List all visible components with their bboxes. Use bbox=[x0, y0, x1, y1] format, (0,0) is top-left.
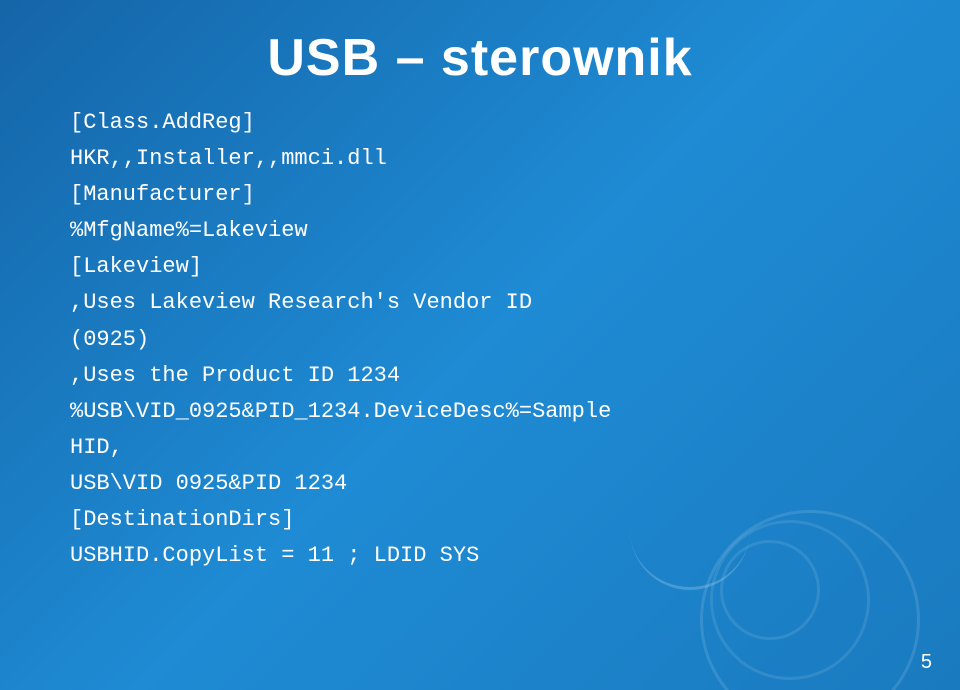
line-7: (0925) bbox=[70, 323, 890, 357]
line-3: [Manufacturer] bbox=[70, 178, 890, 212]
line-4: %MfgName%=Lakeview bbox=[70, 214, 890, 248]
slide-number: 5 bbox=[921, 651, 932, 674]
line-2: HKR,,Installer,,mmci.dll bbox=[70, 142, 890, 176]
line-8: ,Uses the Product ID 1234 bbox=[70, 359, 890, 393]
line-12: [DestinationDirs] bbox=[70, 503, 890, 537]
slide-container: USB – sterownik [Class.AddReg] HKR,,Inst… bbox=[0, 0, 960, 690]
line-11: USB\VID 0925&PID 1234 bbox=[70, 467, 890, 501]
line-13: USBHID.CopyList = 11 ; LDID SYS bbox=[70, 539, 890, 573]
slide-content: [Class.AddReg] HKR,,Installer,,mmci.dll … bbox=[0, 106, 960, 573]
line-6: ,Uses Lakeview Research's Vendor ID bbox=[70, 286, 890, 320]
line-1: [Class.AddReg] bbox=[70, 106, 890, 140]
line-9: %USB\VID_0925&PID_1234.DeviceDesc%=Sampl… bbox=[70, 395, 890, 429]
line-10: HID, bbox=[70, 431, 890, 465]
deco-arc bbox=[630, 530, 750, 590]
slide-title: USB – sterownik bbox=[0, 0, 960, 106]
line-5: [Lakeview] bbox=[70, 250, 890, 284]
